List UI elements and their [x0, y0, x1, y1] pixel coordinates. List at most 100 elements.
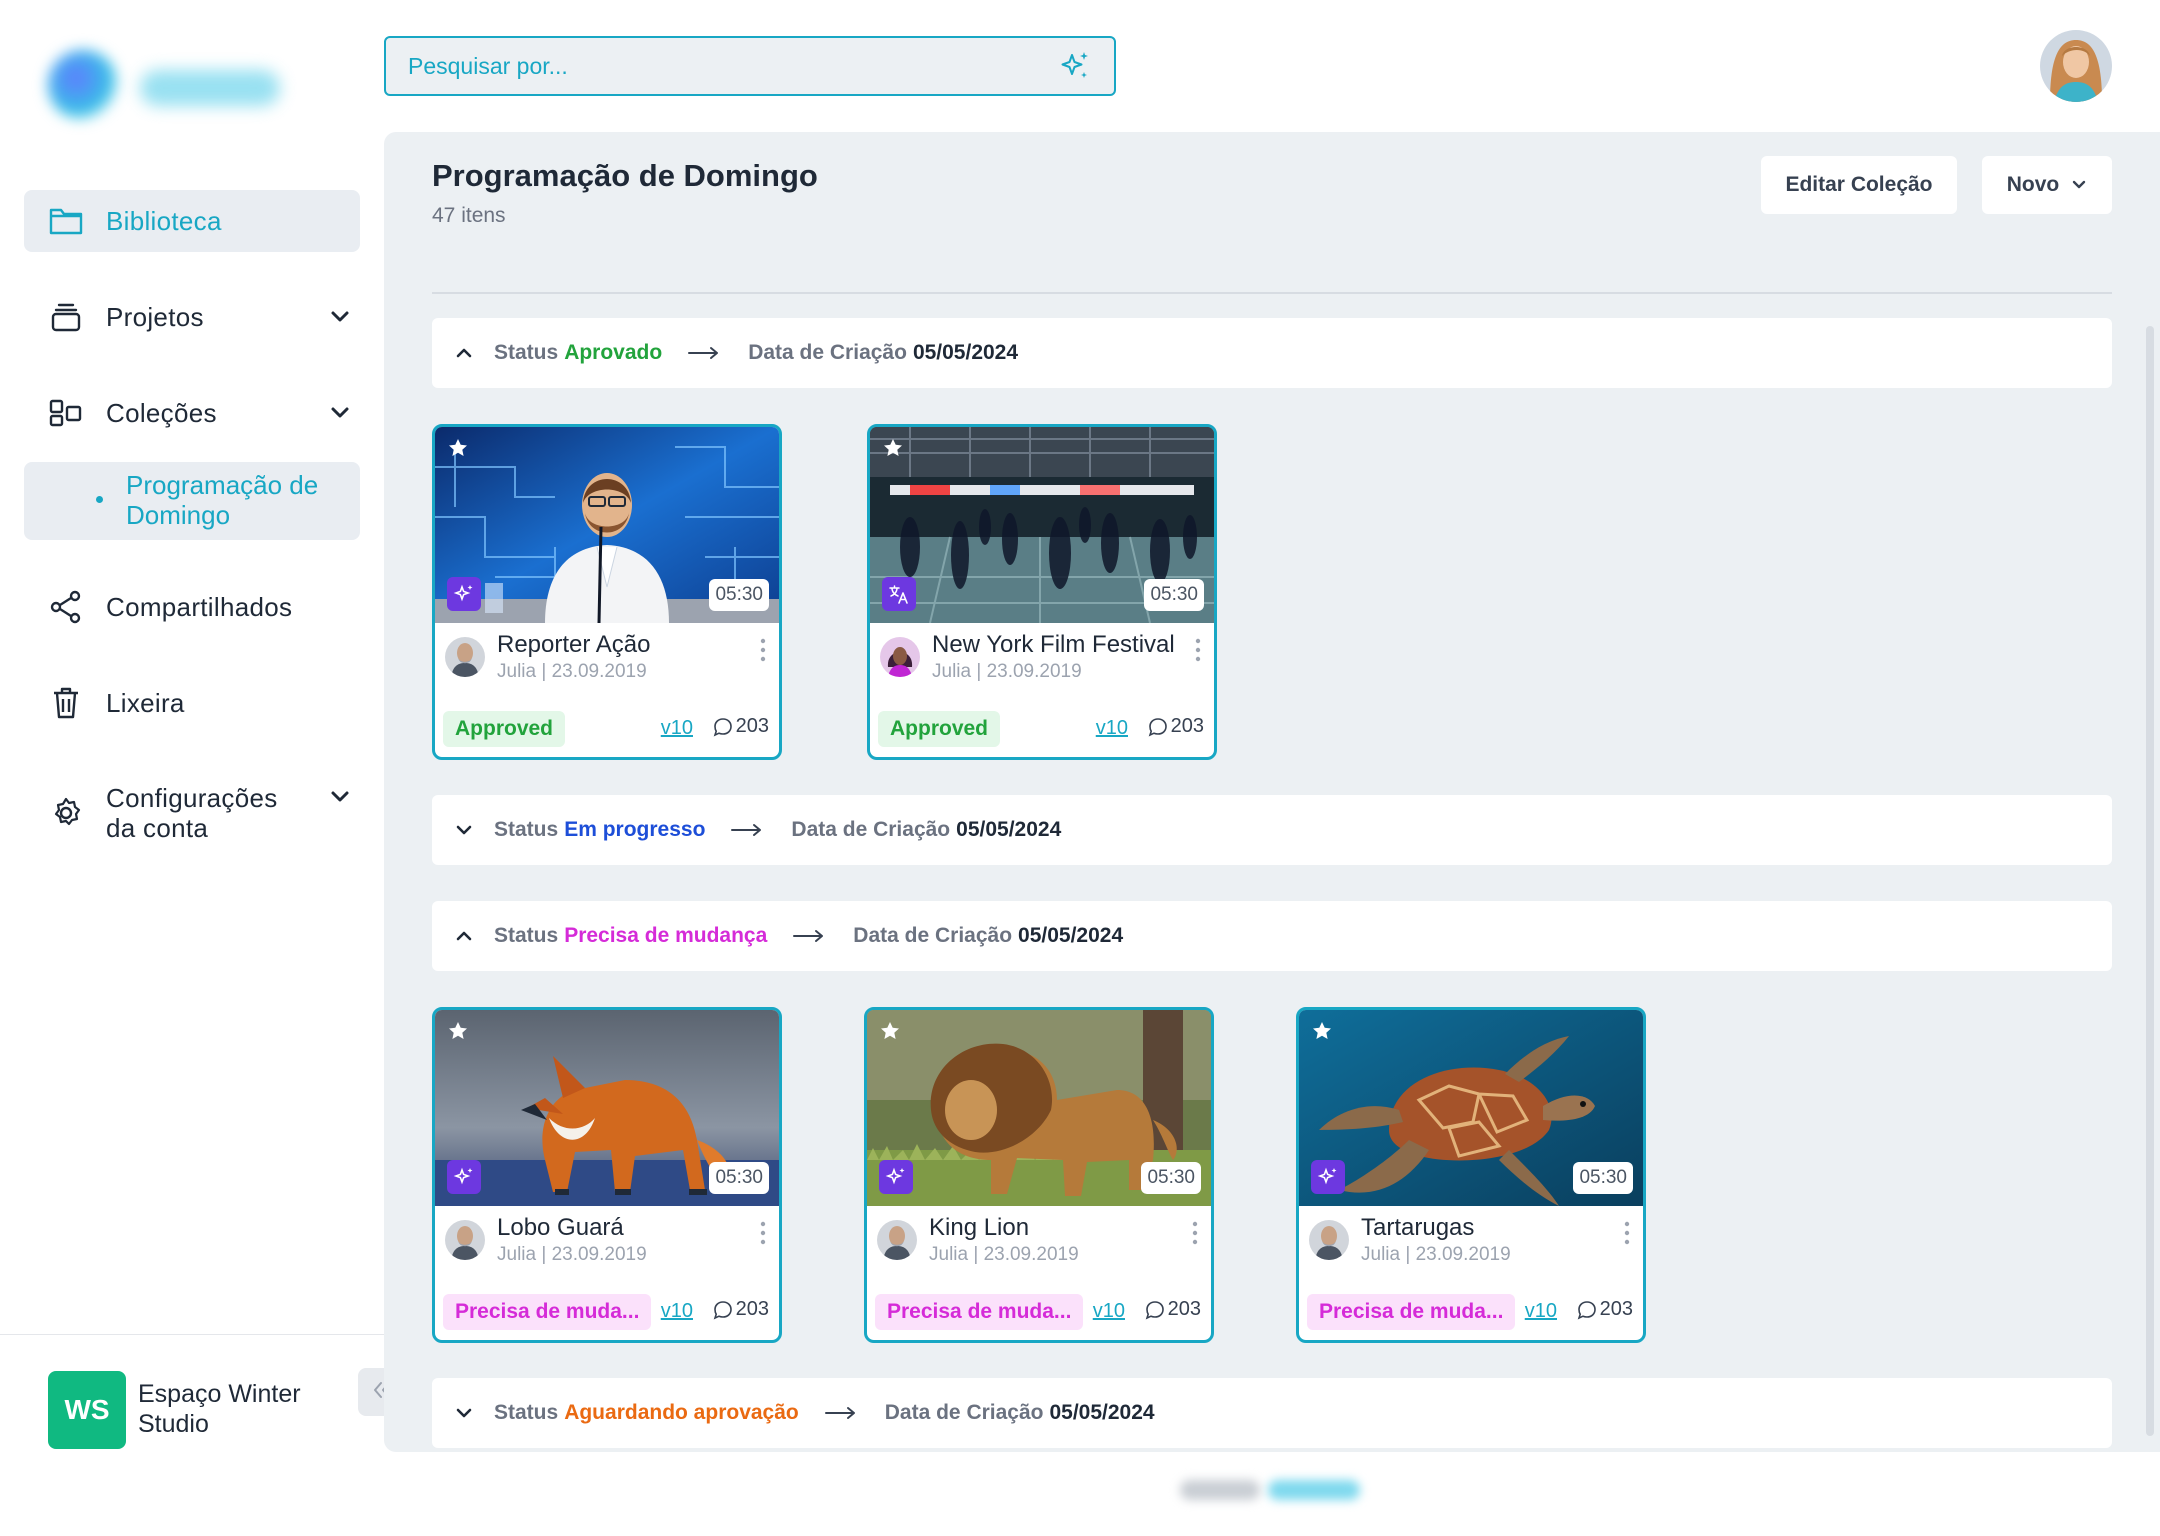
date-value: 05/05/2024	[1049, 1401, 1155, 1424]
sidebar-item-label: Lixeira	[106, 688, 185, 718]
user-avatar[interactable]	[2040, 30, 2112, 102]
sidebar-item-label: Configurações da conta	[106, 783, 278, 843]
comment-icon	[713, 1300, 732, 1319]
sparkle-icon	[447, 1160, 481, 1194]
media-card[interactable]: 05:30 Tartarugas Julia | 23.09.2019 Prec…	[1296, 1007, 1646, 1343]
author-avatar	[1309, 1220, 1349, 1260]
arrow-right-icon	[793, 929, 827, 943]
new-button-label: Novo	[2006, 173, 2060, 196]
sidebar-subitem-programacao-de-domingo[interactable]: Programação de Domingo	[24, 462, 360, 540]
favorite-star-icon[interactable]	[882, 437, 904, 459]
divider	[432, 292, 2112, 294]
status-group-header[interactable]: Status Aguardando aprovação Data de Cria…	[432, 1378, 2112, 1448]
search-bar	[384, 36, 1116, 96]
sparkle-icon[interactable]	[1050, 41, 1100, 91]
version-link[interactable]: v10	[1525, 1300, 1557, 1323]
status-group-header[interactable]: Status Precisa de mudança Data de Criaçã…	[432, 901, 2112, 971]
comments-count[interactable]: 203	[1576, 1298, 1633, 1321]
favorite-star-icon[interactable]	[879, 1020, 901, 1042]
search-input[interactable]	[386, 38, 1050, 94]
author-avatar	[880, 637, 920, 677]
sidebar-item-configuracoes[interactable]: Configurações da conta	[24, 778, 360, 848]
share-icon	[46, 587, 86, 627]
chevron-up-icon	[450, 339, 478, 367]
media-card[interactable]: 05:30 Lobo Guará Julia | 23.09.2019 Prec…	[432, 1007, 782, 1343]
edit-collection-button[interactable]: Editar Coleção	[1761, 156, 1957, 214]
status-group-header[interactable]: Status Aprovado Data de Criação 05/05/20…	[432, 318, 2112, 388]
card-title: New York Film Festival	[932, 631, 1175, 658]
arrow-right-icon	[688, 346, 722, 360]
date-value: 05/05/2024	[1018, 924, 1124, 947]
comment-icon	[713, 717, 732, 736]
card-meta: Julia | 23.09.2019	[1361, 1244, 1511, 1265]
status-badge: Precisa de muda...	[443, 1294, 652, 1330]
status-badge: Approved	[443, 711, 566, 747]
chevron-down-icon[interactable]	[326, 399, 354, 427]
chevron-down-icon[interactable]	[326, 783, 354, 811]
version-link[interactable]: v10	[1093, 1300, 1125, 1323]
status-group-header[interactable]: Status Em progresso Data de Criação 05/0…	[432, 795, 2112, 865]
version-link[interactable]: v10	[661, 1300, 693, 1323]
sparkle-icon	[447, 577, 481, 611]
workspace-switcher[interactable]: WS Espaço Winter Studio	[0, 1334, 384, 1536]
folder-icon	[46, 201, 86, 241]
sidebar-item-biblioteca[interactable]: Biblioteca	[24, 190, 360, 252]
more-vertical-icon[interactable]	[1619, 1218, 1635, 1248]
version-link[interactable]: v10	[661, 717, 693, 740]
status-badge: Precisa de muda...	[1307, 1294, 1516, 1330]
translate-icon	[882, 577, 916, 611]
comments-count[interactable]: 203	[1147, 715, 1204, 738]
status-label: Status	[494, 924, 559, 947]
sidebar-item-label: Compartilhados	[106, 592, 293, 622]
author-avatar	[445, 637, 485, 677]
date-label: Data de Criação	[853, 924, 1013, 947]
status-label: Status	[494, 341, 559, 364]
chevron-up-icon	[450, 922, 478, 950]
comments-count[interactable]: 203	[1144, 1298, 1201, 1321]
trash-icon	[46, 683, 86, 723]
card-title: Reporter Ação	[497, 631, 651, 658]
card-title: Tartarugas	[1361, 1214, 1475, 1241]
scrollbar[interactable]	[2146, 326, 2154, 1436]
date-value: 05/05/2024	[912, 341, 1019, 364]
chevron-down-icon	[2073, 180, 2086, 189]
sparkle-icon	[879, 1160, 913, 1194]
app-logo[interactable]	[40, 40, 290, 130]
status-value: Aguardando aprovação	[564, 1401, 799, 1424]
more-vertical-icon[interactable]	[1190, 635, 1206, 665]
date-label: Data de Criação	[748, 341, 907, 364]
sidebar-item-lixeira[interactable]: Lixeira	[24, 672, 360, 734]
more-vertical-icon[interactable]	[755, 635, 771, 665]
new-dropdown-button[interactable]: Novo	[1982, 156, 2112, 214]
duration-badge: 05:30	[709, 579, 769, 611]
chevron-down-icon[interactable]	[326, 303, 354, 331]
stack-icon	[46, 297, 86, 337]
comments-count[interactable]: 203	[712, 1298, 769, 1321]
media-card[interactable]: 05:30 Reporter Ação Julia | 23.09.2019 A…	[432, 424, 782, 760]
sidebar-subitem-label: Programação de Domingo	[126, 470, 319, 530]
status-value: Precisa de mudança	[564, 924, 768, 947]
favorite-star-icon[interactable]	[447, 1020, 469, 1042]
sidebar-item-colecoes[interactable]: Coleções	[24, 382, 360, 444]
date-value: 05/05/2024	[956, 818, 1062, 841]
favorite-star-icon[interactable]	[1311, 1020, 1333, 1042]
version-link[interactable]: v10	[1096, 717, 1128, 740]
status-badge: Approved	[878, 711, 1001, 747]
footer-blurred	[1180, 1476, 1360, 1504]
chevron-down-icon	[450, 816, 478, 844]
media-card[interactable]: 05:30 New York Film Festival Julia | 23.…	[867, 424, 1217, 760]
comment-icon	[1145, 1300, 1164, 1319]
workspace-name: Espaço Winter Studio	[138, 1380, 301, 1438]
favorite-star-icon[interactable]	[447, 437, 469, 459]
sidebar-item-label: Coleções	[106, 398, 217, 428]
card-title: King Lion	[929, 1214, 1030, 1241]
sidebar-item-compartilhados[interactable]: Compartilhados	[24, 576, 360, 638]
sidebar-item-projetos[interactable]: Projetos	[24, 286, 360, 348]
collection-panel: Programação de Domingo 47 itens Editar C…	[384, 132, 2160, 1452]
more-vertical-icon[interactable]	[755, 1218, 771, 1248]
comments-count[interactable]: 203	[712, 715, 769, 738]
app-root: Biblioteca Projetos Coleções Programação…	[0, 0, 2160, 1536]
media-card[interactable]: 05:30 King Lion Julia | 23.09.2019 Preci…	[864, 1007, 1214, 1343]
more-vertical-icon[interactable]	[1187, 1218, 1203, 1248]
card-title: Lobo Guará	[497, 1214, 624, 1241]
